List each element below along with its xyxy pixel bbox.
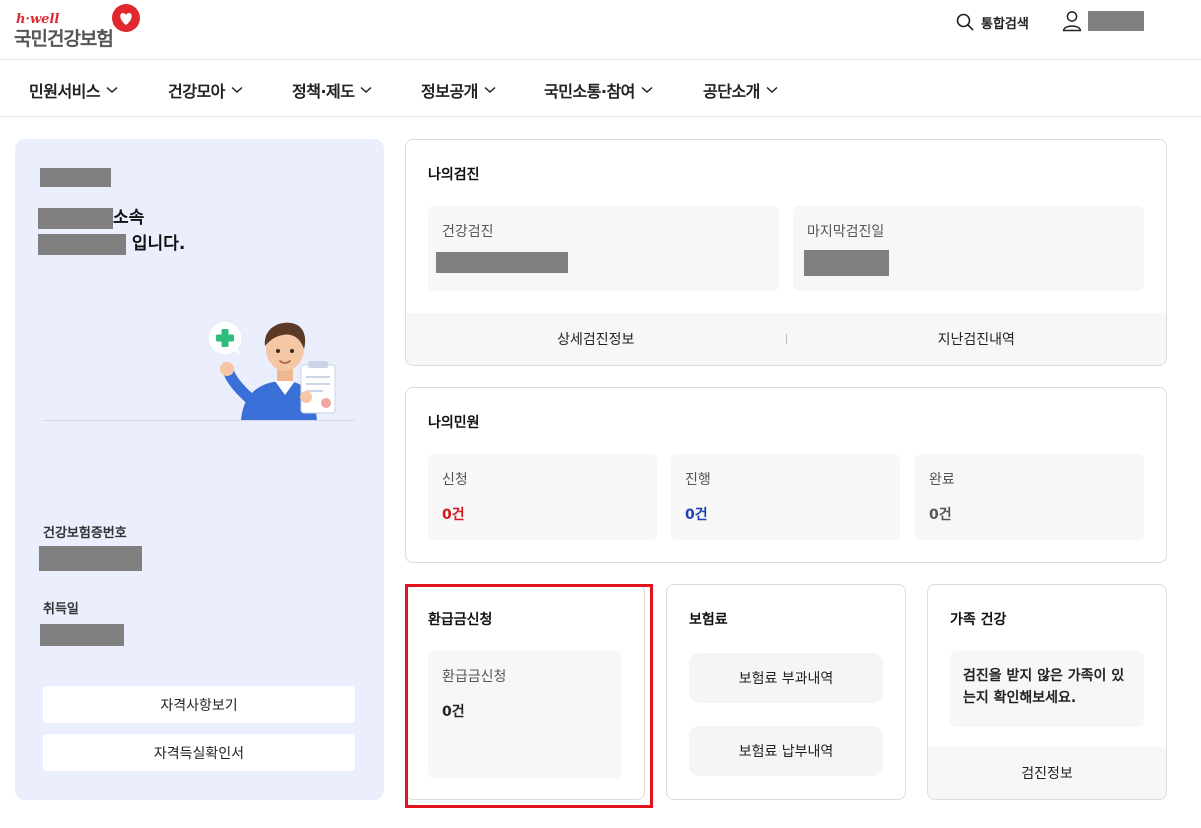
user-icon xyxy=(1062,11,1082,32)
premium-card: 보험료 보험료 부과내역 보험료 납부내역 xyxy=(666,584,906,800)
insurance-number-label: 건강보험증번호 xyxy=(43,526,127,541)
family-title: 가족 건강 xyxy=(950,612,1007,628)
status-count: 0건 xyxy=(442,507,465,523)
premium-payment-button[interactable]: 보험료 납부내역 xyxy=(689,726,883,776)
family-health-card: 가족 건강 검진을 받지 않은 가족이 있는지 확인해보세요. 검진정보 xyxy=(927,584,1167,800)
nav-disclosure[interactable]: 정보공개 xyxy=(421,78,496,102)
nav-policy[interactable]: 정책·제도 xyxy=(292,78,372,102)
user-name-masked xyxy=(1088,11,1144,31)
global-nav: 민원서비스 건강모아 정책·제도 정보공개 국민소통·참여 공단소개 xyxy=(0,61,1201,117)
chevron-down-icon xyxy=(641,86,653,94)
premium-title: 보험료 xyxy=(689,612,728,628)
logo-title: 국민건강보험 xyxy=(14,28,114,50)
affiliation-suffix: 소속 xyxy=(113,208,145,228)
site-logo[interactable]: h·well 국민건강보험 xyxy=(14,4,144,52)
search-icon xyxy=(956,13,974,31)
nav-health-moa[interactable]: 건강모아 xyxy=(168,78,243,102)
my-checkup-card: 나의검진 건강검진 마지막검진일 상세검진정보 지난검진내역 xyxy=(405,139,1167,366)
checkup-info-link[interactable]: 검진정보 xyxy=(928,763,1166,783)
nav-civil-services[interactable]: 민원서비스 xyxy=(29,78,118,102)
last-checkup-label: 마지막검진일 xyxy=(807,224,885,240)
site-header: h·well 국민건강보험 통합검색 xyxy=(0,0,1201,60)
nav-label: 정책·제도 xyxy=(292,82,355,101)
insurance-number-masked xyxy=(39,546,142,571)
affiliation-masked xyxy=(38,207,113,229)
nav-label: 건강모아 xyxy=(168,82,225,101)
family-footer: 검진정보 xyxy=(928,747,1166,799)
detail-checkup-link[interactable]: 상세검진정보 xyxy=(406,329,786,349)
refund-application-box[interactable]: 환급금신청 0건 xyxy=(428,651,622,778)
status-count: 0건 xyxy=(929,507,952,523)
petition-status-in-progress[interactable]: 진행 0건 xyxy=(671,454,900,540)
petition-status-applied[interactable]: 신청 0건 xyxy=(428,454,657,540)
refund-card: 환급금신청 환급금신청 0건 xyxy=(405,584,645,800)
nav-label: 민원서비스 xyxy=(29,82,101,101)
profile-panel: 소속 입니다. 건강보험증번호 취득일 자격사항보기 자격득실확인서 xyxy=(15,139,384,800)
family-message: 검진을 받지 않은 가족이 있는지 확인해보세요. xyxy=(963,668,1125,706)
refund-title: 환급금신청 xyxy=(428,612,493,628)
last-checkup-box: 마지막검진일 xyxy=(793,206,1144,291)
affiliation-line: 소속 xyxy=(38,205,185,231)
status-label: 완료 xyxy=(929,472,955,488)
greeting-line: 입니다. xyxy=(38,231,185,257)
nav-label: 정보공개 xyxy=(421,82,478,101)
heart-logo-icon xyxy=(112,4,140,32)
health-checkup-box: 건강검진 xyxy=(428,206,779,291)
qualification-certificate-button[interactable]: 자격득실확인서 xyxy=(43,734,355,771)
refund-box-count: 0건 xyxy=(442,704,465,720)
nav-label: 국민소통·참여 xyxy=(544,82,635,101)
doctor-illustration xyxy=(207,320,336,421)
petitions-title: 나의민원 xyxy=(428,415,480,431)
member-name-masked xyxy=(40,168,111,187)
acquired-date-label: 취득일 xyxy=(43,602,79,617)
view-qualification-button[interactable]: 자격사항보기 xyxy=(43,686,355,723)
nav-label: 공단소개 xyxy=(703,82,760,101)
chevron-down-icon xyxy=(360,86,372,94)
chevron-down-icon xyxy=(106,86,118,94)
my-petitions-card: 나의민원 신청 0건 진행 0건 완료 0건 xyxy=(405,387,1167,563)
nav-about[interactable]: 공단소개 xyxy=(703,78,778,102)
nav-communication[interactable]: 국민소통·참여 xyxy=(544,78,653,102)
status-label: 신청 xyxy=(442,472,468,488)
refund-box-label: 환급금신청 xyxy=(442,669,507,685)
user-menu[interactable] xyxy=(1062,10,1144,32)
greeting-suffix: 입니다. xyxy=(126,234,186,254)
family-message-box: 검진을 받지 않은 가족이 있는지 확인해보세요. xyxy=(950,651,1144,727)
acquired-date-masked xyxy=(40,624,124,646)
name-masked xyxy=(38,233,126,255)
status-count: 0건 xyxy=(685,507,708,523)
chevron-down-icon xyxy=(766,86,778,94)
health-checkup-value-masked xyxy=(436,252,568,273)
health-checkup-label: 건강검진 xyxy=(442,224,494,240)
premium-assessment-button[interactable]: 보험료 부과내역 xyxy=(689,653,883,703)
chevron-down-icon xyxy=(484,86,496,94)
greeting-text: 소속 입니다. xyxy=(38,205,185,257)
chevron-down-icon xyxy=(231,86,243,94)
past-checkup-link[interactable]: 지난검진내역 xyxy=(787,329,1167,349)
profile-divider xyxy=(43,420,355,421)
integrated-search-button[interactable]: 통합검색 xyxy=(956,11,1029,33)
petition-status-completed[interactable]: 완료 0건 xyxy=(915,454,1144,540)
status-label: 진행 xyxy=(685,472,711,488)
last-checkup-value-masked xyxy=(804,250,889,276)
checkup-title: 나의검진 xyxy=(428,167,480,183)
checkup-footer: 상세검진정보 지난검진내역 xyxy=(406,313,1166,365)
search-label: 통합검색 xyxy=(981,16,1029,32)
